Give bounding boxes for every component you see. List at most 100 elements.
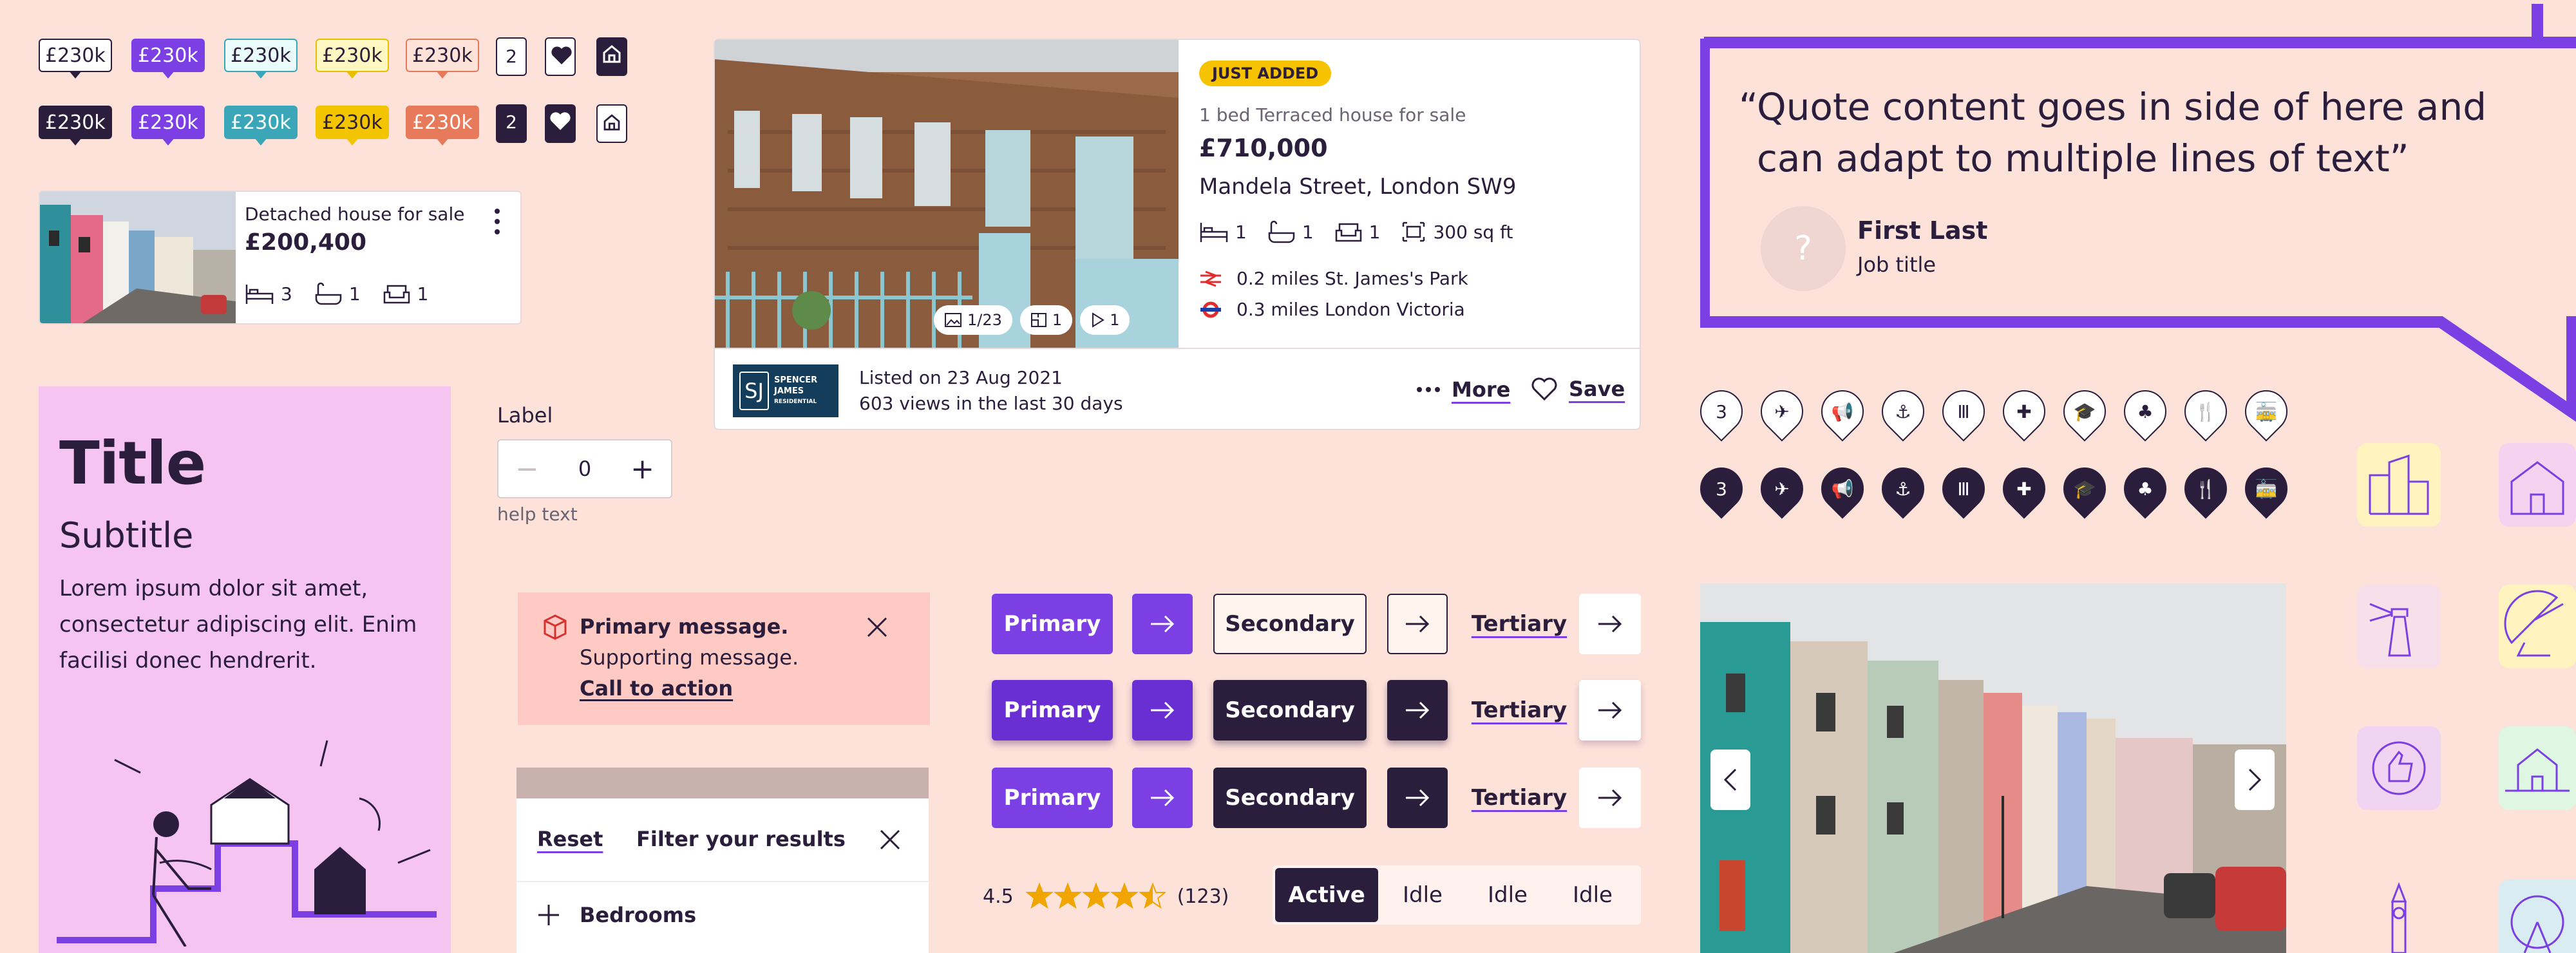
price-pin-filled[interactable]: £230k <box>39 106 112 146</box>
graduation-icon[interactable]: 🎓 <box>2054 458 2115 519</box>
tertiary-arrow-button-pressed[interactable] <box>1579 768 1641 828</box>
price-pin[interactable]: £230k <box>224 39 298 79</box>
tertiary-button-pressed[interactable]: Tertiary <box>1471 768 1567 828</box>
anchor-icon[interactable]: ⚓ <box>1873 458 1933 519</box>
listing-address: Mandela Street, London SW9 <box>1199 174 1517 200</box>
close-icon[interactable] <box>878 828 902 851</box>
photo-count-badge[interactable]: 1/23 <box>934 305 1012 335</box>
count-pin-filled[interactable]: 2 <box>496 104 527 143</box>
heart-pin-filled[interactable] <box>545 104 576 143</box>
image-icon <box>945 313 961 327</box>
play-icon <box>1092 312 1105 328</box>
primary-arrow-button[interactable] <box>1132 594 1193 654</box>
price-pin[interactable]: £230k <box>316 39 389 79</box>
tertiary-button-hover[interactable]: Tertiary <box>1471 680 1567 741</box>
primary-button[interactable]: Primary <box>992 594 1113 654</box>
primary-arrow-button-hover[interactable] <box>1132 680 1193 741</box>
floorplan-icon <box>1030 313 1046 327</box>
price-pin-filled[interactable]: £230k <box>316 106 389 146</box>
segment-active[interactable]: Active <box>1275 868 1378 922</box>
video-count-badge[interactable]: 1 <box>1080 305 1130 335</box>
megaphone-icon[interactable]: 📢 <box>1812 458 1873 519</box>
minus-icon[interactable]: − <box>515 453 539 486</box>
medical-icon[interactable]: ✚ <box>1994 458 2054 519</box>
price-pin-label: £230k <box>231 44 291 67</box>
arrow-right-icon <box>1598 615 1622 633</box>
count-pin[interactable]: 2 <box>496 37 527 76</box>
chevron-right-icon <box>2248 768 2262 791</box>
arrow-right-icon <box>1151 615 1175 633</box>
secondary-button-pressed[interactable]: Secondary <box>1213 768 1367 828</box>
alert-support: Supporting message. <box>580 645 799 670</box>
secondary-button-hover[interactable]: Secondary <box>1213 680 1367 741</box>
floorplan-count-badge[interactable]: 1 <box>1019 305 1073 335</box>
listing-card[interactable]: 1/23 1 1 JUST ADDED 1 bed Terraced house… <box>714 39 1641 430</box>
tertiary-arrow-button[interactable] <box>1579 594 1641 654</box>
carousel-prev-button[interactable] <box>1710 750 1750 810</box>
agent-logo[interactable]: SJ SPENCER JAMES RESIDENTIAL <box>733 364 838 417</box>
reception-count: 1 <box>1368 221 1381 243</box>
thumbs-up-icon <box>2357 726 2441 810</box>
home-pin-outline[interactable] <box>596 104 627 143</box>
marker-number[interactable]: 3 <box>1691 458 1752 519</box>
more-button[interactable]: More <box>1416 377 1510 402</box>
heart-pin[interactable] <box>545 37 576 76</box>
price-pin-filled[interactable]: £230k <box>406 106 479 146</box>
price-pin-filled[interactable]: £230k <box>224 106 298 146</box>
filter-reset-link[interactable]: Reset <box>537 827 603 851</box>
stepper-help-text: help text <box>497 504 578 525</box>
price-pin[interactable]: £230k <box>406 39 479 79</box>
quote-bubble: “Quote content goes in side of here and … <box>1700 0 2576 425</box>
alert-banner: Primary message. Supporting message. Cal… <box>518 592 930 725</box>
filter-row-bedrooms[interactable]: Bedrooms <box>537 903 696 927</box>
quantity-stepper[interactable]: − 0 + <box>497 439 672 498</box>
listing-type: 1 bed Terraced house for sale <box>1199 104 1466 126</box>
bed-icon <box>245 285 274 304</box>
primary-arrow-button-pressed[interactable] <box>1132 768 1193 828</box>
primary-button-pressed[interactable]: Primary <box>992 768 1113 828</box>
carousel-next-button[interactable] <box>2235 750 2275 810</box>
rating: 4.5 (123) <box>983 882 1229 911</box>
bed-count: 1 <box>1235 221 1247 243</box>
avatar: ? <box>1761 206 1846 291</box>
secondary-arrow-button-pressed[interactable] <box>1387 768 1448 828</box>
image-carousel[interactable] <box>1700 583 2286 953</box>
segment-idle[interactable]: Idle <box>1382 868 1463 922</box>
card-subtitle: Subtitle <box>59 515 194 556</box>
plus-icon[interactable]: + <box>630 453 654 486</box>
primary-button-hover[interactable]: Primary <box>992 680 1113 741</box>
more-options-icon[interactable] <box>489 206 505 238</box>
tram-icon[interactable]: 🚋 <box>2236 458 2297 519</box>
filter-panel: Reset Filter your results Bedrooms <box>516 798 929 953</box>
tertiary-arrow-button-hover[interactable] <box>1579 680 1641 741</box>
secondary-arrow-button-hover[interactable] <box>1387 680 1448 741</box>
property-type: Detached house for sale <box>245 203 465 225</box>
big-ben-icon <box>2370 882 2428 953</box>
mini-property-card[interactable]: Detached house for sale £200,400 3 1 1 <box>39 191 522 325</box>
segment-idle[interactable]: Idle <box>1552 868 1633 922</box>
national-rail-icon <box>1200 270 1221 287</box>
close-icon[interactable] <box>866 616 889 639</box>
secondary-button[interactable]: Secondary <box>1213 594 1367 654</box>
plane-icon[interactable]: ✈ <box>1752 458 1812 519</box>
park-icon[interactable]: ♣ <box>2115 458 2175 519</box>
listing-photo[interactable] <box>715 40 1179 348</box>
quote-author: First Last <box>1857 216 1988 245</box>
home-pin[interactable] <box>596 37 627 76</box>
tertiary-button[interactable]: Tertiary <box>1471 594 1567 654</box>
alert-cta[interactable]: Call to action <box>580 676 733 701</box>
segment-idle[interactable]: Idle <box>1467 868 1548 922</box>
star-rating-icons <box>1025 882 1166 909</box>
price-pin-label: £230k <box>322 111 383 134</box>
price-pin[interactable]: £230k <box>131 39 205 79</box>
save-button[interactable]: Save <box>1530 376 1625 402</box>
area-size: 300 sq ft <box>1433 221 1513 243</box>
price-pin[interactable]: £230k <box>39 39 112 79</box>
price-pin-filled[interactable]: £230k <box>131 106 205 146</box>
secondary-arrow-button[interactable] <box>1387 594 1448 654</box>
dumbbell-icon[interactable]: Ⅲ <box>1933 458 1994 519</box>
price-pin-label: £230k <box>322 44 383 67</box>
restaurant-icon[interactable]: 🍴 <box>2175 458 2236 519</box>
stepper-label: Label <box>497 403 553 428</box>
stepper-value: 0 <box>578 457 592 481</box>
